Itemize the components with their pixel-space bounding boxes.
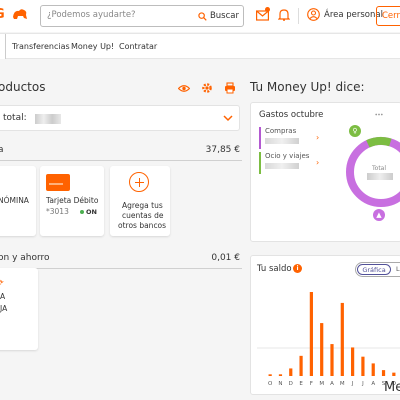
bar-2 bbox=[289, 368, 293, 376]
donut-total-label: Total bbox=[372, 165, 387, 172]
savings-product-card[interactable]: ⟳ A JA bbox=[0, 268, 38, 350]
category-name: Compras bbox=[265, 127, 297, 135]
nav-item-transferencias[interactable]: Transferencias bbox=[12, 42, 70, 51]
bar-11 bbox=[381, 370, 386, 376]
toggle-list-option[interactable]: L bbox=[396, 265, 400, 273]
chevron-right-icon: › bbox=[316, 133, 320, 142]
balance-bar-chart: ONDEFMAMJJASO bbox=[257, 292, 400, 387]
total-label: total: bbox=[3, 113, 27, 123]
category-name: Ocio y viajes bbox=[265, 152, 310, 160]
top-header: G ¿Podemos ayudarte? Buscar Área persona… bbox=[0, 0, 400, 32]
add-accounts-line3: otros bancos bbox=[118, 221, 167, 230]
expenses-title: Gastos octubre bbox=[259, 110, 324, 120]
bell-icon[interactable] bbox=[278, 8, 290, 21]
add-accounts-line2: cuentas de bbox=[122, 211, 164, 220]
card-title: NÓMINA bbox=[0, 196, 29, 205]
debit-card-icon bbox=[46, 174, 70, 191]
bar-3 bbox=[299, 355, 303, 376]
leisure-icon[interactable]: ♀ bbox=[349, 125, 361, 137]
printer-icon[interactable] bbox=[224, 82, 236, 94]
search-button[interactable]: Buscar bbox=[198, 9, 239, 23]
search-box[interactable]: ¿Podemos ayudarte? Buscar bbox=[40, 5, 244, 27]
header-divider bbox=[298, 8, 299, 24]
toggle-chart-option[interactable]: Gráfica bbox=[357, 264, 391, 275]
category-ocio[interactable]: Ocio y viajes › bbox=[259, 152, 319, 174]
search-icon bbox=[198, 11, 207, 21]
product-card-debit[interactable]: Tarjeta Débito *3013 ON bbox=[40, 166, 104, 236]
eye-icon[interactable] bbox=[178, 84, 190, 93]
total-amount-hidden bbox=[35, 114, 61, 124]
x-tick-label: O bbox=[268, 381, 273, 387]
bar-4 bbox=[309, 292, 313, 376]
chevron-right-icon: › bbox=[316, 158, 320, 167]
bar-10 bbox=[371, 363, 375, 376]
nav-item-contratar[interactable]: Contratar bbox=[119, 42, 157, 51]
accounts-section-header[interactable]: a 37,85 € bbox=[0, 143, 242, 161]
bar-7 bbox=[340, 302, 344, 376]
card-status: ON bbox=[80, 207, 97, 217]
accounts-section-amount: 37,85 € bbox=[205, 145, 240, 155]
x-tick-label: F bbox=[310, 381, 313, 387]
x-tick-label: J bbox=[351, 381, 354, 387]
x-tick-label: A bbox=[330, 381, 334, 387]
products-heading: oductos bbox=[0, 80, 46, 94]
x-tick-label: M bbox=[319, 381, 324, 387]
main-nav: Transferencias Money Up! Contratar bbox=[0, 33, 400, 59]
expenses-donut-chart[interactable] bbox=[343, 134, 400, 210]
search-button-label: Buscar bbox=[209, 11, 239, 21]
bar-0 bbox=[268, 374, 272, 376]
nav-tab-active[interactable] bbox=[0, 34, 6, 59]
bar-9 bbox=[361, 356, 365, 376]
bar-5 bbox=[320, 323, 324, 376]
accounts-section-title: a bbox=[0, 145, 4, 155]
savings-section-amount: 0,01 € bbox=[211, 253, 240, 263]
x-tick-label: A bbox=[371, 381, 375, 387]
card-number: *3013 bbox=[46, 207, 69, 216]
balance-title: Tu saldo bbox=[257, 264, 292, 274]
x-tick-label: N bbox=[278, 381, 282, 387]
savings-section-title: on y ahorro bbox=[0, 253, 50, 263]
lion-logo-icon[interactable] bbox=[12, 7, 28, 20]
x-tick-label: D bbox=[289, 381, 293, 387]
bar-8 bbox=[351, 347, 355, 376]
savings-icon: ⟳ bbox=[0, 278, 4, 287]
add-accounts-card[interactable]: Agrega tus cuentas de otros bancos bbox=[110, 166, 170, 236]
bottom-text: Me bbox=[384, 380, 400, 395]
notification-dot bbox=[265, 7, 270, 12]
info-icon[interactable]: i bbox=[293, 264, 302, 273]
gear-icon[interactable] bbox=[201, 82, 213, 94]
logout-button[interactable]: Cerrar bbox=[376, 6, 400, 26]
category-compras[interactable]: Compras › bbox=[259, 127, 319, 149]
savings-line2: JA bbox=[0, 304, 8, 313]
savings-line1: A bbox=[0, 292, 6, 301]
savings-section-header[interactable]: on y ahorro 0,01 € bbox=[0, 251, 242, 269]
category-amount-hidden bbox=[265, 138, 299, 144]
expenses-panel: Gastos octubre Compras › Ocio y viajes ›… bbox=[250, 102, 400, 242]
bar-12 bbox=[392, 372, 396, 376]
product-card-nomina[interactable]: NÓMINA bbox=[0, 166, 36, 236]
x-tick-label: J bbox=[361, 381, 364, 387]
more-icon[interactable] bbox=[375, 113, 383, 116]
personal-area-link[interactable]: Área personal bbox=[324, 10, 383, 20]
bar-1 bbox=[278, 374, 283, 376]
total-balance-card[interactable]: total: bbox=[0, 105, 240, 131]
add-accounts-line1: Agrega tus bbox=[122, 201, 163, 210]
shopping-bag-icon[interactable]: ▲ bbox=[373, 209, 385, 221]
user-icon[interactable] bbox=[307, 8, 320, 21]
donut-total-hidden bbox=[367, 173, 393, 180]
x-tick-label: E bbox=[299, 381, 303, 387]
moneyup-heading: Tu Money Up! dice: bbox=[250, 80, 365, 94]
search-input[interactable]: ¿Podemos ayudarte? bbox=[47, 10, 136, 20]
category-amount-hidden bbox=[265, 163, 299, 169]
x-tick-label: M bbox=[340, 381, 345, 387]
status-on-icon bbox=[80, 210, 84, 214]
chart-view-toggle[interactable]: Gráfica L bbox=[355, 262, 400, 277]
nav-item-money-up[interactable]: Money Up! bbox=[71, 42, 114, 51]
balance-panel: Tu saldo i Gráfica L ONDEFMAMJJASO bbox=[250, 255, 400, 395]
card-title: Tarjeta Débito bbox=[46, 196, 99, 205]
bar-6 bbox=[330, 344, 334, 376]
plus-icon bbox=[129, 172, 149, 192]
logo[interactable]: G bbox=[0, 7, 6, 22]
chevron-down-icon[interactable] bbox=[223, 114, 233, 122]
